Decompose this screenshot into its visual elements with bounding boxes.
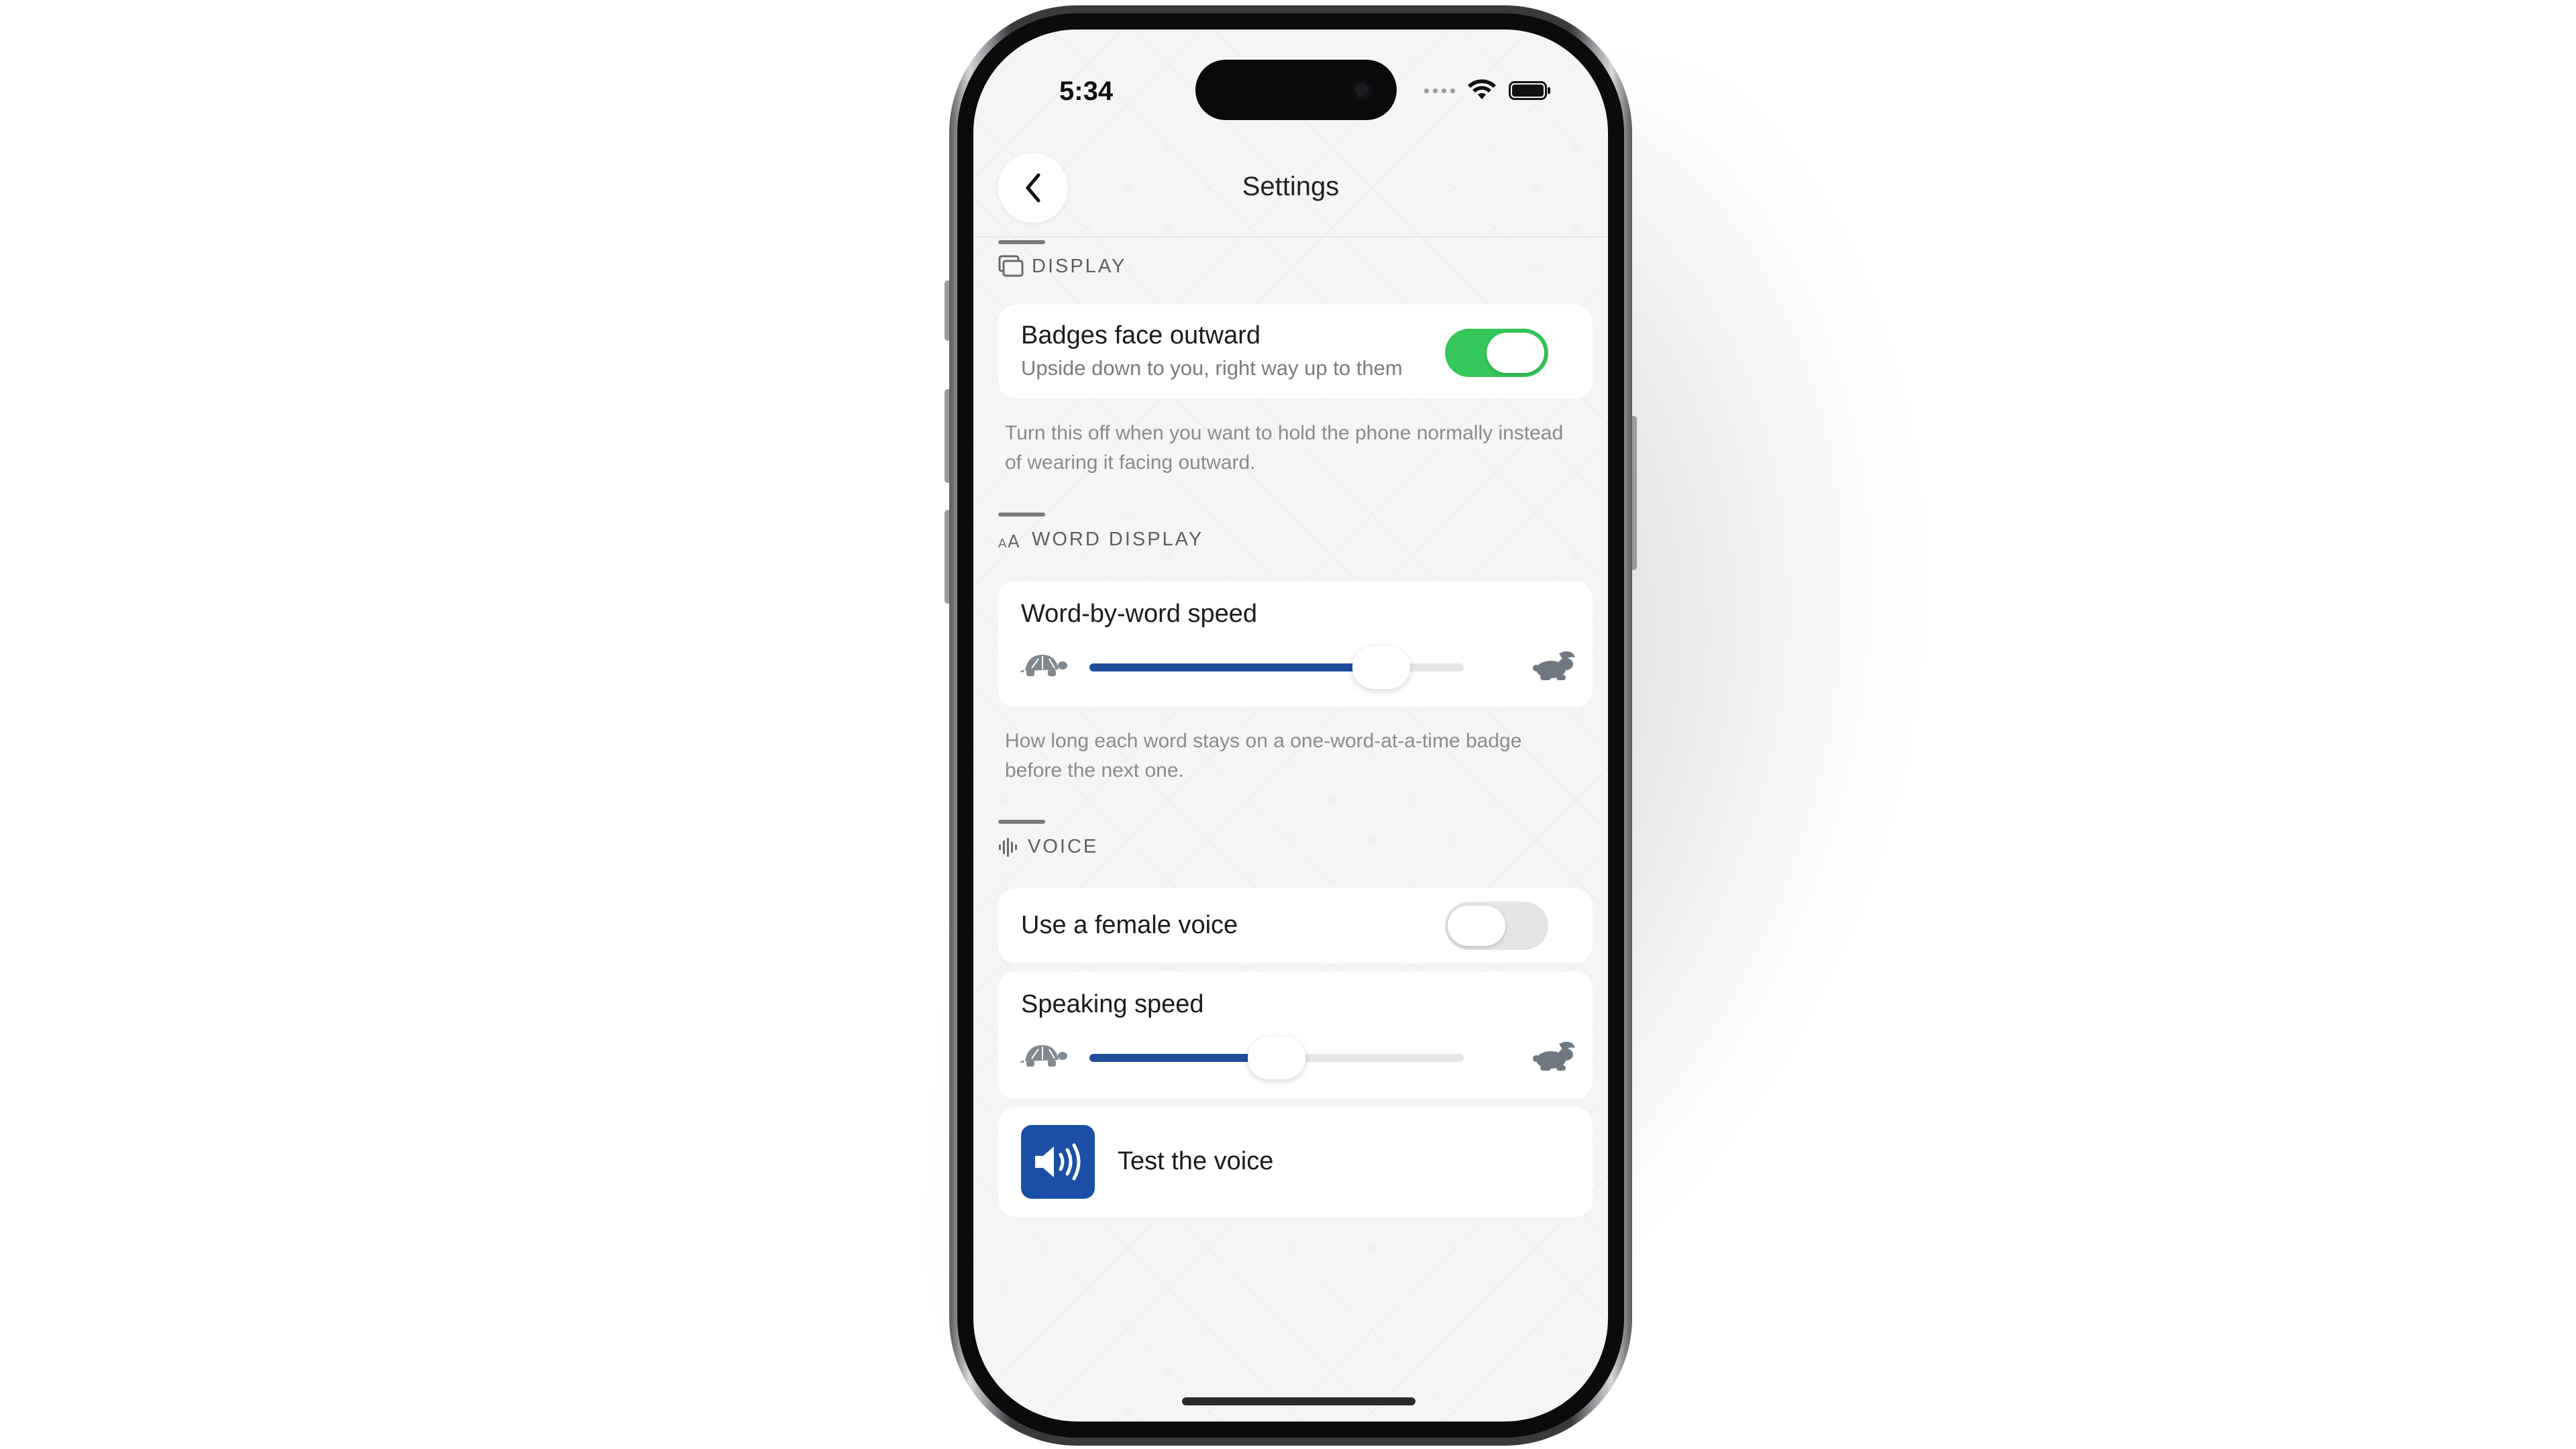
badges-face-outward-subtitle: Upside down to you, right way up to them bbox=[1021, 356, 1403, 380]
badges-face-outward-title: Badges face outward bbox=[1021, 321, 1261, 350]
word-display-section-header: A A WORD DISPLAY bbox=[998, 529, 1203, 551]
voice-section-title: VOICE bbox=[1028, 836, 1099, 857]
badges-face-outward-card[interactable]: Badges face outward Upside down to you, … bbox=[998, 305, 1593, 398]
nav-bar: Settings bbox=[973, 137, 1608, 237]
battery-icon bbox=[1509, 81, 1550, 100]
toggle-knob bbox=[1487, 333, 1544, 373]
female-voice-toggle[interactable] bbox=[1445, 902, 1548, 950]
turtle-icon bbox=[1020, 655, 1067, 676]
rabbit-icon bbox=[1533, 651, 1575, 680]
text-size-icon: A A bbox=[998, 532, 1022, 550]
speaking-speed-slider[interactable] bbox=[1020, 1036, 1576, 1079]
rabbit-icon bbox=[1533, 1042, 1575, 1071]
word-display-section-rule bbox=[998, 513, 1045, 517]
cellular-signal-icon bbox=[1424, 88, 1455, 93]
svg-text:A: A bbox=[1008, 532, 1022, 550]
word-speed-card: Word-by-word speed bbox=[998, 581, 1593, 707]
speaker-icon bbox=[1021, 1125, 1095, 1199]
word-speed-thumb[interactable] bbox=[1352, 646, 1411, 689]
voice-section-header: VOICE bbox=[998, 836, 1098, 858]
page-title: Settings bbox=[1242, 172, 1340, 201]
word-speed-track[interactable] bbox=[1089, 646, 1464, 689]
status-time: 5:34 bbox=[1059, 76, 1114, 106]
phone-frame: 5:34 Settings DISPLAY Badges face outwar… bbox=[949, 5, 1632, 1446]
word-display-note: How long each word stays on a one-word-a… bbox=[1005, 730, 1522, 782]
stage: 5:34 Settings DISPLAY Badges face outwar… bbox=[0, 0, 2576, 1449]
word-speed-fill bbox=[1089, 663, 1382, 672]
status-indicators bbox=[1424, 79, 1552, 102]
display-section-header: DISPLAY bbox=[998, 255, 1126, 278]
display-section-title: DISPLAY bbox=[1032, 255, 1127, 277]
display-note: Turn this off when you want to hold the … bbox=[1005, 422, 1564, 474]
display-section-rule bbox=[998, 240, 1045, 244]
display-icon bbox=[998, 255, 1024, 277]
front-camera bbox=[1351, 79, 1373, 101]
word-speed-slider[interactable] bbox=[1020, 645, 1576, 689]
phone-bezel: 5:34 Settings DISPLAY Badges face outwar… bbox=[957, 13, 1624, 1438]
word-speed-title: Word-by-word speed bbox=[1021, 600, 1258, 628]
test-voice-label: Test the voice bbox=[1118, 1147, 1274, 1175]
dynamic-island bbox=[1195, 60, 1397, 120]
toggle-knob bbox=[1448, 906, 1505, 946]
speaking-speed-title: Speaking speed bbox=[1021, 990, 1204, 1018]
speaking-speed-thumb[interactable] bbox=[1248, 1036, 1305, 1079]
phone-screen: 5:34 Settings DISPLAY Badges face outwar… bbox=[973, 30, 1608, 1421]
speaking-speed-track[interactable] bbox=[1089, 1036, 1464, 1079]
word-display-section-title: WORD DISPLAY bbox=[1032, 529, 1204, 550]
wifi-icon bbox=[1468, 79, 1496, 99]
turtle-icon bbox=[1020, 1045, 1067, 1067]
voice-section-rule bbox=[998, 820, 1045, 824]
speaking-speed-card: Speaking speed bbox=[998, 971, 1593, 1099]
home-indicator[interactable] bbox=[1182, 1397, 1415, 1405]
waveform-icon bbox=[999, 837, 1017, 857]
test-voice-button[interactable]: Test the voice bbox=[998, 1107, 1593, 1217]
badges-face-outward-toggle[interactable] bbox=[1445, 329, 1548, 377]
female-voice-title: Use a female voice bbox=[1021, 911, 1238, 939]
female-voice-card[interactable]: Use a female voice bbox=[998, 888, 1593, 963]
